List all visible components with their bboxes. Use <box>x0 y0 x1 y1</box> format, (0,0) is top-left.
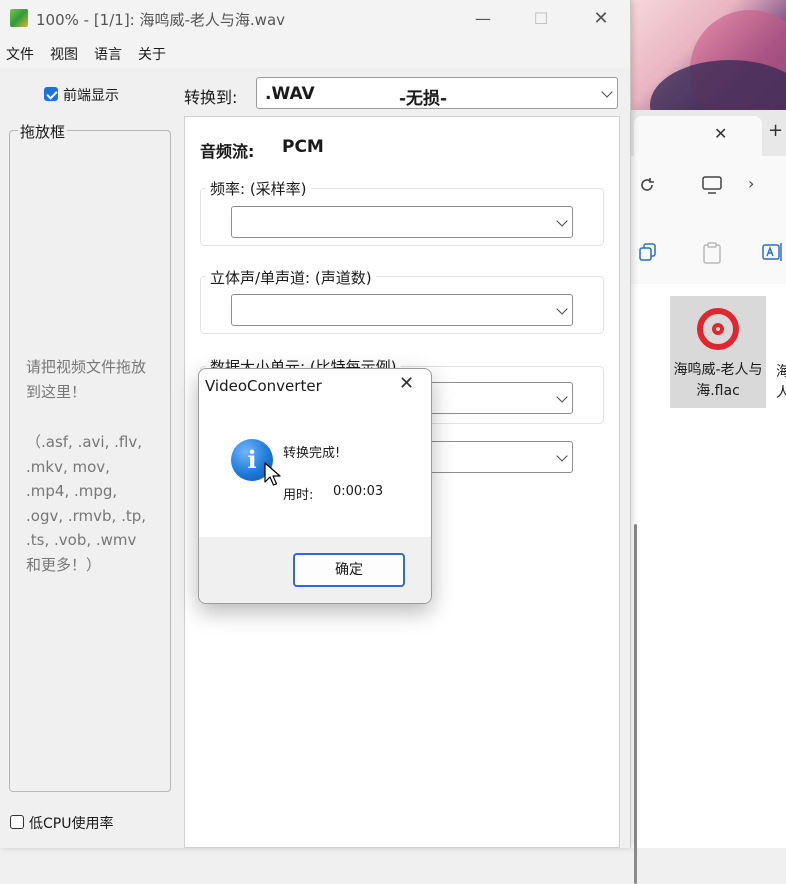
format-extension: .WAV <box>265 84 315 104</box>
chevron-down-icon <box>556 391 568 403</box>
output-format-select[interactable]: .WAV -无损- <box>256 77 618 109</box>
file-item-flac[interactable]: 海鸣威-老人与海.flac <box>670 296 766 408</box>
drop-zone-title: 拖放框 <box>18 121 68 142</box>
elapsed-time-label: 用时: <box>283 488 314 503</box>
explorer-tab[interactable]: ✕ <box>634 116 762 156</box>
dialog-title: VideoConverter <box>205 377 322 395</box>
sample-rate-title: 频率: (采样率) <box>206 178 311 199</box>
chevron-down-icon <box>556 215 568 227</box>
supported-formats: （.asf, .avi, .flv, .mkv, mov, .mp4, .mpg… <box>26 433 147 574</box>
dialog-message: 转换完成! <box>283 446 341 461</box>
channels-title: 立体声/单声道: (声道数) <box>206 267 376 288</box>
menu-file[interactable]: 文件 <box>6 44 34 64</box>
explorer-scrollbar[interactable] <box>634 524 637 884</box>
elapsed-time-value: 0:00:03 <box>333 484 384 499</box>
explorer-tab-bar: ✕ + <box>630 110 786 156</box>
next-file-name[interactable]: 海 人 <box>776 362 786 404</box>
always-on-top-checkbox[interactable] <box>44 87 58 101</box>
window-title: 100% - [1/1]: 海鸣威-老人与海.wav <box>36 11 286 29</box>
menu-language[interactable]: 语言 <box>94 44 122 64</box>
format-description: -无损- <box>399 89 448 109</box>
explorer-nav-bar: › <box>630 156 786 215</box>
audio-stream-label: 音频流: <box>200 142 255 161</box>
chevron-down-icon <box>556 303 568 315</box>
conversion-complete-dialog: VideoConverter ✕ i 转换完成! 用时: 0:00:03 确定 <box>198 368 432 604</box>
maximize-button[interactable]: ☐ <box>518 4 564 34</box>
wallpaper-art <box>650 60 786 110</box>
file-explorer-window: ✕ + › 海鸣威-老人与海.flac 海 人 <box>630 110 786 884</box>
app-logo-icon <box>10 9 28 27</box>
ok-button[interactable]: 确定 <box>293 553 405 587</box>
menu-about[interactable]: 关于 <box>138 44 166 64</box>
channels-select[interactable] <box>231 294 573 326</box>
refresh-icon[interactable] <box>638 176 656 199</box>
low-cpu-label: 低CPU使用率 <box>29 816 114 832</box>
always-on-top-label: 前端显示 <box>63 88 119 104</box>
breadcrumb-chevron-icon[interactable]: › <box>748 174 754 193</box>
explorer-command-bar <box>630 214 786 285</box>
chevron-down-icon <box>601 86 613 98</box>
netease-music-icon <box>697 308 739 350</box>
menu-bar: 文件 视图 语言 关于 <box>0 38 630 68</box>
low-cpu-checkbox[interactable] <box>10 815 24 829</box>
desktop-wallpaper <box>630 0 786 110</box>
chevron-down-icon <box>556 450 568 462</box>
dialog-close-button[interactable]: ✕ <box>399 373 414 394</box>
this-pc-icon[interactable] <box>702 176 722 199</box>
copy-icon[interactable] <box>638 242 658 267</box>
explorer-file-area: 海鸣威-老人与海.flac 海 人 <box>630 284 786 884</box>
paste-icon[interactable] <box>702 242 722 269</box>
drop-zone-hint: 请把视频文件拖放到这里！ <box>26 358 147 401</box>
convert-to-label: 转换到: <box>184 88 238 107</box>
title-bar: 100% - [1/1]: 海鸣威-老人与海.wav — ☐ ✕ <box>0 0 630 38</box>
tab-close-icon[interactable]: ✕ <box>714 124 727 143</box>
rename-icon[interactable] <box>762 242 784 267</box>
minimize-button[interactable]: — <box>460 4 506 34</box>
audio-stream-value: PCM <box>282 137 324 157</box>
sample-rate-select[interactable] <box>231 206 573 238</box>
close-button[interactable]: ✕ <box>578 4 624 34</box>
dialog-footer: 确定 <box>199 537 431 603</box>
new-tab-icon[interactable]: + <box>768 120 783 141</box>
file-name: 海鸣威-老人与海.flac <box>673 362 763 399</box>
menu-view[interactable]: 视图 <box>50 44 78 64</box>
